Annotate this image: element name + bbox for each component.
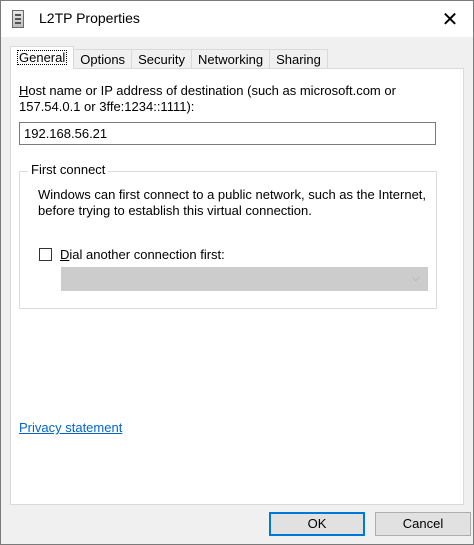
tab-security[interactable]: Security [131,49,193,69]
title-bar: L2TP Properties ✕ [1,1,473,37]
cancel-button[interactable]: Cancel [375,512,471,536]
connection-dropdown[interactable]: ⌵ [61,267,428,291]
tab-strip: General Options Security Networking Shar… [10,46,328,69]
dialog-window: L2TP Properties ✕ General Options Securi… [0,0,474,545]
tab-general-label: General [17,50,68,65]
dialog-client: General Options Security Networking Shar… [1,37,473,544]
tab-networking[interactable]: Networking [191,49,271,69]
dial-label-accesskey: D [60,247,70,262]
dial-label-text: ial another connection first: [69,247,225,262]
tab-sharing[interactable]: Sharing [269,49,328,69]
tab-general[interactable]: General [10,46,75,69]
privacy-statement-link[interactable]: Privacy statement [19,420,122,435]
host-label-accesskey: H [19,83,29,98]
window-title: L2TP Properties [39,10,140,26]
close-button[interactable]: ✕ [427,1,473,37]
host-label-text: ost name or IP address of destination (s… [19,83,396,114]
first-connect-legend: First connect [28,162,109,177]
dial-another-label[interactable]: Dial another connection first: [60,247,225,262]
host-input[interactable] [19,122,436,145]
ok-button[interactable]: OK [269,512,365,536]
dial-another-checkbox[interactable] [39,248,52,261]
chevron-down-icon: ⌵ [411,271,420,284]
tab-options[interactable]: Options [73,49,133,69]
first-connect-description: Windows can first connect to a public ne… [38,187,427,218]
host-label: Host name or IP address of destination (… [19,83,439,115]
vpn-connection-icon [12,10,24,28]
